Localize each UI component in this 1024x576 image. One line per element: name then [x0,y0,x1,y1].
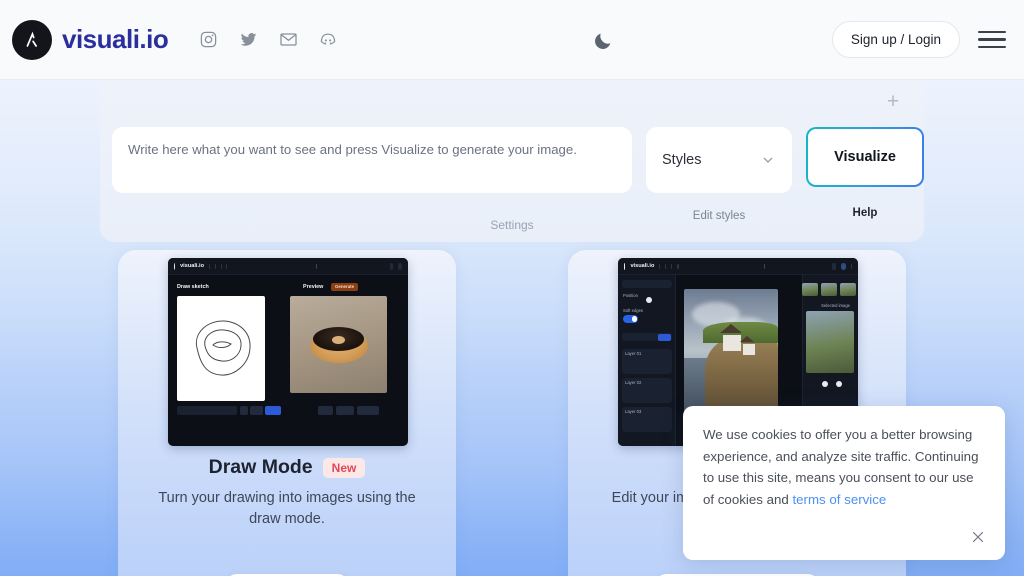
mockup-toolbar-icon [671,263,673,269]
mockup-thumbnail [821,283,837,296]
mockup-logo-icon [624,262,626,270]
card-description: Turn your drawing into images using the … [158,490,416,527]
mockup-small-button [318,406,333,415]
prompt-panel: + Styles Edit styles Visualize Help Sett… [100,80,924,242]
feature-card-draw-mode[interactable]: visuali.io Draw sketch Preview Generate [118,250,456,576]
moon-icon[interactable] [592,30,614,52]
mockup-preview-image [290,296,387,393]
header-actions: Sign up / Login [831,21,1006,58]
mockup-sidebar-label: Position [623,293,638,298]
mockup-small-button [250,406,263,415]
mockup-brand-name: visuali.io [180,263,204,269]
mockup-sidebar-row [622,280,672,288]
prompt-input[interactable] [112,127,632,193]
donut-image [309,326,368,364]
mockup-plus-icon [316,263,317,269]
mockup-logo-icon [174,262,176,270]
mockup-layer-label: Layer 01 [625,351,642,356]
mockup-input-field [177,406,237,415]
mockup-layer-label: Layer 02 [625,380,642,385]
card-title: Draw Mode [208,456,313,478]
settings-link[interactable]: Settings [100,218,924,232]
visualize-column: Visualize Help [806,127,924,219]
mockup-primary-button [265,406,281,415]
mockup-sidebar-label: Soft edges [623,308,644,313]
lambda-logo-icon [12,19,52,60]
mockup-toolbar-icon [214,263,216,269]
mockup-brand-name: visuali.io [630,263,655,269]
mockup-toolbar-icon [659,263,661,269]
mockup-preview-label: Preview [303,284,324,290]
mockup-plus-icon [763,263,765,269]
site-header: visuali.io Sign up / Login [0,0,1024,80]
mockup-topbar-pill [840,262,846,270]
visualize-button[interactable]: Visualize [806,127,924,187]
mockup-toolbar-icon [677,263,679,269]
draw-mode-mockup: visuali.io Draw sketch Preview Generate [168,258,408,446]
prompt-row: Styles Edit styles Visualize Help [112,127,924,222]
mockup-small-button [240,406,248,415]
close-icon[interactable] [969,528,987,546]
discord-icon[interactable] [318,30,338,50]
brand-logo[interactable]: visuali.io [12,19,169,60]
mockup-action-knob [822,381,828,387]
mockup-draw-sketch-label: Draw sketch [177,284,209,290]
mockup-toolbar-icon [226,263,227,269]
styles-dropdown-label: Styles [662,152,702,168]
mockup-primary-button [658,333,671,341]
chevron-down-icon [760,152,776,168]
hamburger-menu-icon[interactable] [978,27,1006,53]
mockup-thumbnail [802,283,818,296]
cookie-text: We use cookies to offer you a better bro… [703,424,985,510]
mockup-topbar: visuali.io [168,258,408,275]
card-title-row: Draw Mode New [118,456,456,479]
mockup-sidebar-knob [646,297,652,303]
cliff-house-image [684,289,778,417]
mockup-topbar: visuali.io [618,258,858,275]
mockup-toggle-switch [623,315,638,323]
mockup-toolbar-icon [665,263,667,269]
mockup-topbar-pill [389,262,394,270]
mockup-small-button [336,406,354,415]
mockup-thumbnail [840,283,856,296]
mockup-action-knob [836,381,842,387]
mockup-toolbar-icon [209,263,210,269]
mockup-topbar-pill [398,262,402,270]
mockup-menu-icon [850,263,853,269]
mockup-main-image [684,289,778,417]
social-links [198,30,338,50]
twitter-icon[interactable] [238,30,258,50]
terms-of-service-link[interactable]: terms of service [792,492,886,507]
styles-column: Styles Edit styles [646,127,792,222]
mockup-layer-label: Layer 03 [625,409,642,414]
mockup-toolbar-icon [220,263,222,269]
mockup-topbar-pill [831,262,836,270]
mockup-selected-thumbnail [806,311,854,373]
status-badge: New [322,457,366,478]
brand-name: visuali.io [62,24,169,54]
mockup-selected-image-label: Selected image [821,303,850,308]
plus-icon[interactable]: + [882,90,904,112]
signup-login-button[interactable]: Sign up / Login [831,21,960,58]
email-icon[interactable] [278,30,298,50]
cookie-consent-banner: We use cookies to offer you a better bro… [683,406,1005,560]
mockup-small-button [357,406,379,415]
mockup-generate-tag: Generate [331,282,359,291]
instagram-icon[interactable] [198,30,218,50]
mockup-sketch-canvas [177,296,265,401]
mockup-body: Draw sketch Preview Generate [168,275,408,446]
styles-dropdown[interactable]: Styles [646,127,792,193]
